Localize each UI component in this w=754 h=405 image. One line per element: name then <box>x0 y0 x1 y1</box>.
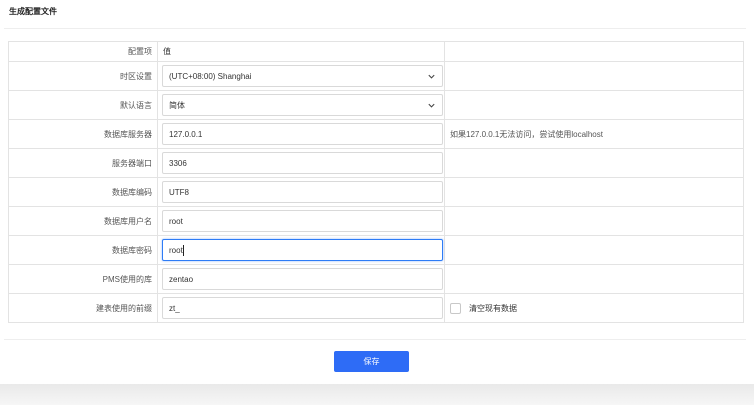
db-port-note <box>444 148 744 178</box>
pms-db-input[interactable]: zentao <box>162 268 443 290</box>
page-title: 生成配置文件 <box>9 7 57 16</box>
db-host-label: 数据库服务器 <box>8 119 158 149</box>
chevron-down-icon <box>428 74 435 79</box>
timezone-value: (UTC+08:00) Shanghai <box>169 71 252 81</box>
db-password-input[interactable]: root <box>162 239 443 261</box>
db-encoding-label: 数据库编码 <box>8 177 158 207</box>
db-encoding-note <box>444 177 744 207</box>
table-row: 建表使用的前缀 zt_ 清空现有数据 <box>8 293 744 323</box>
chevron-down-icon <box>428 103 435 108</box>
config-table: 配置项 值 时区设置 (UTC+08:00) Shanghai 默认语言 简体 <box>8 41 744 323</box>
table-row: 数据库服务器 127.0.0.1 如果127.0.0.1无法访问，尝试使用loc… <box>8 119 744 149</box>
language-note <box>444 90 744 120</box>
text-cursor <box>182 244 184 256</box>
db-user-input[interactable]: root <box>162 210 443 232</box>
table-prefix-input[interactable]: zt_ <box>162 297 443 319</box>
db-port-value: 3306 <box>169 158 187 168</box>
db-password-value: root <box>169 245 183 255</box>
db-host-hint: 如果127.0.0.1无法访问，尝试使用localhost <box>444 119 744 149</box>
save-button[interactable]: 保存 <box>334 351 409 372</box>
table-row: 数据库密码 root <box>8 235 744 265</box>
page-bottom-area <box>0 384 754 405</box>
language-label: 默认语言 <box>8 90 158 120</box>
header-config-item: 配置项 <box>8 41 158 62</box>
table-row: 默认语言 简体 <box>8 90 744 120</box>
table-row: 服务器端口 3306 <box>8 148 744 178</box>
pms-db-note <box>444 264 744 294</box>
db-port-label: 服务器端口 <box>8 148 158 178</box>
db-password-note <box>444 235 744 265</box>
table-header-row: 配置项 值 <box>8 41 744 62</box>
clear-data-checkbox[interactable] <box>450 302 461 314</box>
db-port-input[interactable]: 3306 <box>162 152 443 174</box>
table-row: 数据库编码 UTF8 <box>8 177 744 207</box>
table-row: 数据库用户名 root <box>8 206 744 236</box>
table-row: PMS使用的库 zentao <box>8 264 744 294</box>
pms-db-value: zentao <box>169 274 194 284</box>
timezone-note <box>444 61 744 91</box>
config-panel: 生成配置文件 配置项 值 时区设置 (UTC+08:00) Shanghai 默… <box>4 0 746 384</box>
db-user-value: root <box>169 216 183 226</box>
title-divider <box>4 28 746 29</box>
table-row: 时区设置 (UTC+08:00) Shanghai <box>8 61 744 91</box>
timezone-label: 时区设置 <box>8 61 158 91</box>
db-host-value: 127.0.0.1 <box>169 129 203 139</box>
db-host-input[interactable]: 127.0.0.1 <box>162 123 443 145</box>
db-encoding-input[interactable]: UTF8 <box>162 181 443 203</box>
table-prefix-value: zt_ <box>169 303 180 313</box>
clear-data-option[interactable]: 清空现有数据 <box>445 302 743 314</box>
language-value: 简体 <box>169 100 185 110</box>
footer-divider <box>4 339 746 340</box>
db-user-note <box>444 206 744 236</box>
table-prefix-label: 建表使用的前缀 <box>8 293 158 323</box>
db-password-label: 数据库密码 <box>8 235 158 265</box>
timezone-select[interactable]: (UTC+08:00) Shanghai <box>162 65 443 87</box>
language-select[interactable]: 简体 <box>162 94 443 116</box>
header-note <box>444 41 744 62</box>
pms-db-label: PMS使用的库 <box>8 264 158 294</box>
header-value: 值 <box>157 41 445 62</box>
clear-data-label: 清空现有数据 <box>469 303 517 313</box>
db-user-label: 数据库用户名 <box>8 206 158 236</box>
db-encoding-value: UTF8 <box>169 187 189 197</box>
